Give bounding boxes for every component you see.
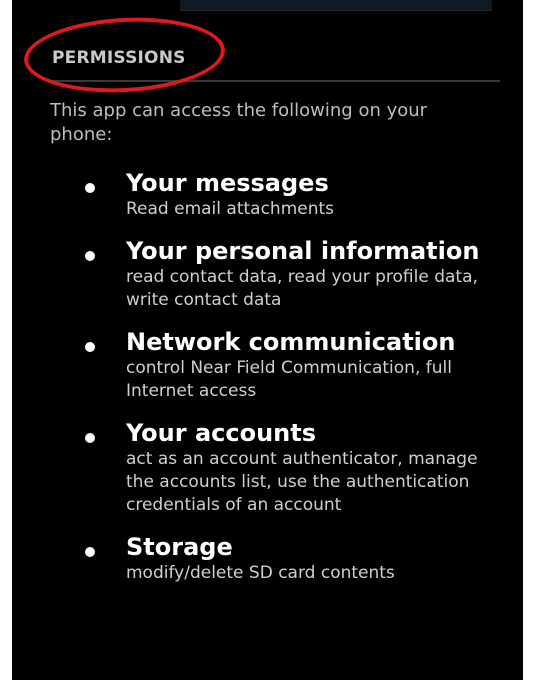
permission-item-accounts: Your accounts act as an account authenti… [12,418,523,517]
permission-item-personal-information: Your personal information read contact d… [12,236,523,312]
permission-title: Network communication [126,328,456,356]
permission-title: Your accounts [126,419,317,447]
permission-title: Storage [126,533,233,561]
permission-item-messages: Your messages Read email attachments [12,168,523,221]
permission-title: Your personal information [126,237,480,265]
permission-description: read contact data, read your profile dat… [126,267,478,310]
bullet-icon [85,251,95,261]
top-bar [180,0,492,11]
bullet-icon [85,342,95,352]
permission-list[interactable]: Your messages Read email attachments You… [12,168,523,600]
permission-description: Read email attachments [126,199,335,219]
permission-description: control Near Field Communication, full I… [126,358,452,401]
bullet-icon [85,183,95,193]
permission-description: modify/delete SD card contents [126,563,395,583]
permission-item-network-communication: Network communication control Near Field… [12,327,523,403]
highlight-annotation-circle [22,12,227,98]
permissions-screen: PERMISSIONS This app can access the foll… [12,0,523,680]
permission-title: Your messages [126,169,329,197]
bullet-icon [85,547,95,557]
permission-description: act as an account authenticator, manage … [126,449,478,515]
bullet-icon [85,433,95,443]
permission-item-storage: Storage modify/delete SD card contents [12,532,523,585]
permissions-intro: This app can access the following on you… [50,100,428,145]
